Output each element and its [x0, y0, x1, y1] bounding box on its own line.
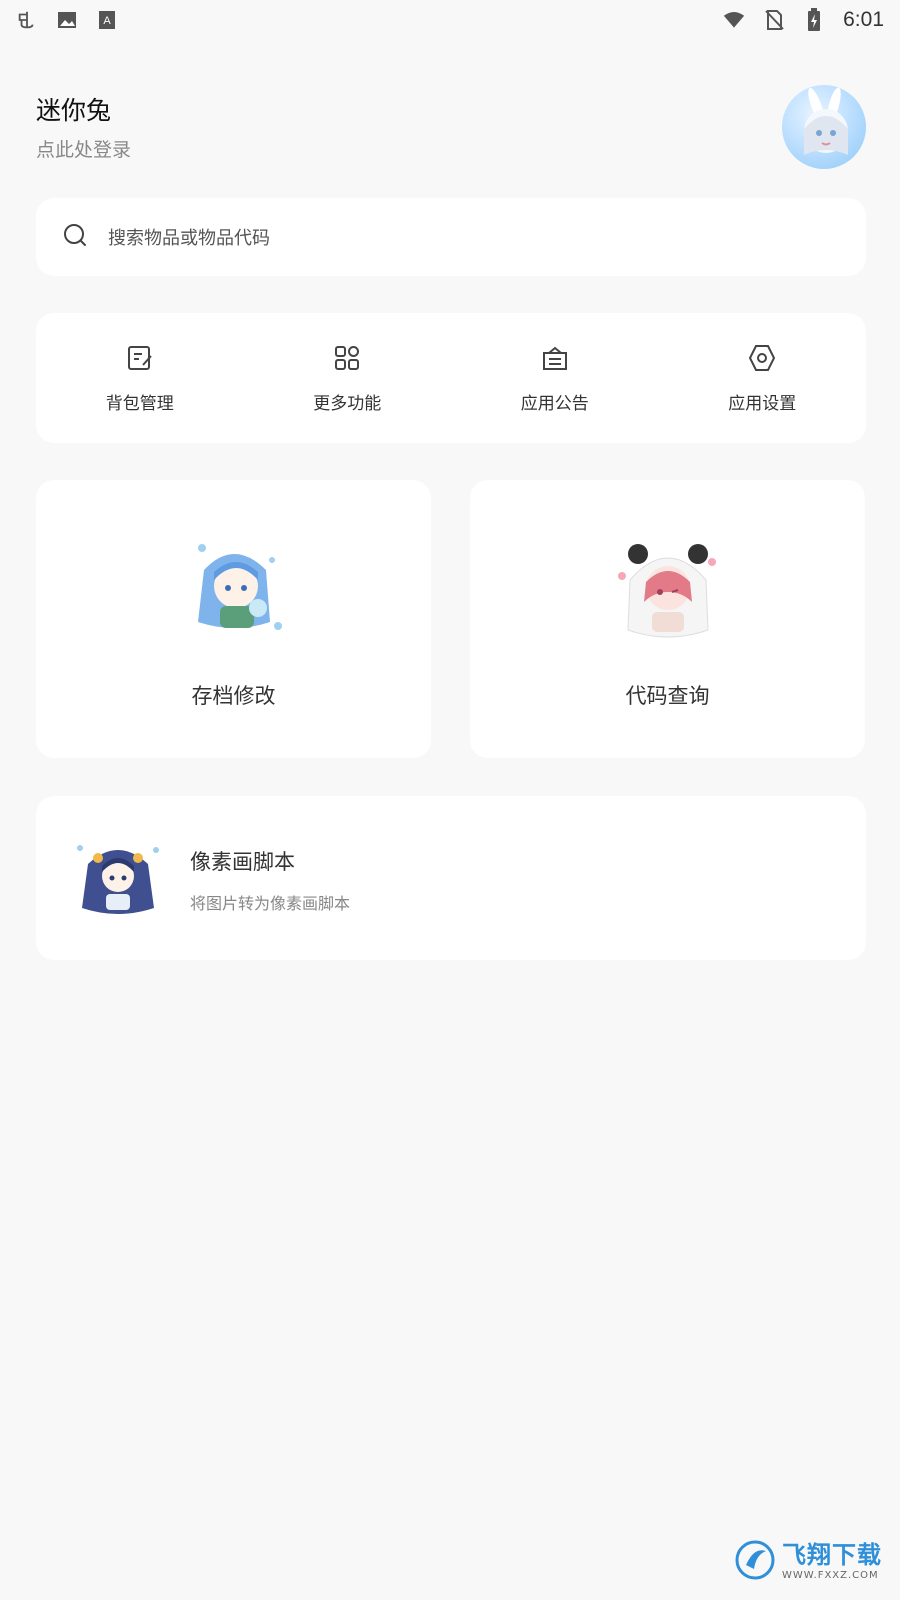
- status-time: 6:01: [843, 8, 884, 31]
- more-features-button[interactable]: 更多功能: [244, 343, 452, 414]
- login-link[interactable]: 点此处登录: [36, 135, 131, 162]
- script-subtitle: 将图片转为像素画脚本: [190, 894, 351, 913]
- battery-charging-icon: [803, 8, 825, 31]
- image-notification-icon: [56, 9, 78, 31]
- bug-notification-icon: [16, 9, 38, 31]
- avatar[interactable]: [782, 85, 866, 169]
- qa-label: 更多功能: [313, 393, 382, 414]
- dark-blue-hair-girl-illustration: [72, 838, 164, 918]
- edit-note-icon: [125, 343, 155, 377]
- quick-actions-panel: 背包管理 更多功能 应用公告 应用设置: [36, 313, 866, 443]
- status-bar: A 6:01: [0, 0, 900, 40]
- backpack-manage-button[interactable]: 背包管理: [36, 343, 244, 414]
- status-left: A: [16, 9, 118, 31]
- username: 迷你兔: [36, 96, 112, 125]
- pixel-script-card[interactable]: 像素画脚本 将图片转为像素画脚本: [36, 796, 866, 960]
- search-bar[interactable]: 搜索物品或物品代码: [36, 198, 866, 276]
- watermark-brand: 飞翔下载: [782, 1541, 882, 1569]
- no-sim-icon: [763, 9, 785, 31]
- app-settings-button[interactable]: 应用设置: [659, 343, 867, 414]
- card-title: 存档修改: [191, 684, 276, 708]
- code-query-card[interactable]: 代码查询: [470, 480, 865, 758]
- qa-label: 背包管理: [105, 393, 174, 414]
- script-title: 像素画脚本: [190, 850, 295, 874]
- svg-text:A: A: [103, 15, 111, 27]
- grid-icon: [332, 343, 362, 377]
- status-right: 6:01: [723, 8, 884, 32]
- qa-label: 应用设置: [728, 393, 797, 414]
- wifi-icon: [723, 9, 745, 31]
- font-notification-icon: A: [96, 9, 118, 31]
- announcement-button[interactable]: 应用公告: [451, 343, 659, 414]
- watermark: 飞翔下载 WWW.FXXZ.COM: [734, 1536, 890, 1588]
- profile-header[interactable]: 迷你兔 点此处登录: [36, 85, 866, 175]
- search-input[interactable]: 搜索物品或物品代码: [108, 224, 270, 250]
- panda-hood-girl-illustration: [608, 530, 728, 650]
- announcement-icon: [540, 343, 570, 377]
- save-edit-card[interactable]: 存档修改: [36, 480, 431, 758]
- blue-hair-girl-illustration: [174, 530, 294, 650]
- card-title: 代码查询: [625, 684, 710, 708]
- search-icon: [62, 222, 88, 252]
- qa-label: 应用公告: [520, 393, 589, 414]
- hex-settings-icon: [747, 343, 777, 377]
- watermark-url: WWW.FXXZ.COM: [782, 1570, 879, 1581]
- fxxz-logo-icon: [734, 1539, 776, 1585]
- watermark-text: 飞翔下载 WWW.FXXZ.COM: [782, 1543, 882, 1581]
